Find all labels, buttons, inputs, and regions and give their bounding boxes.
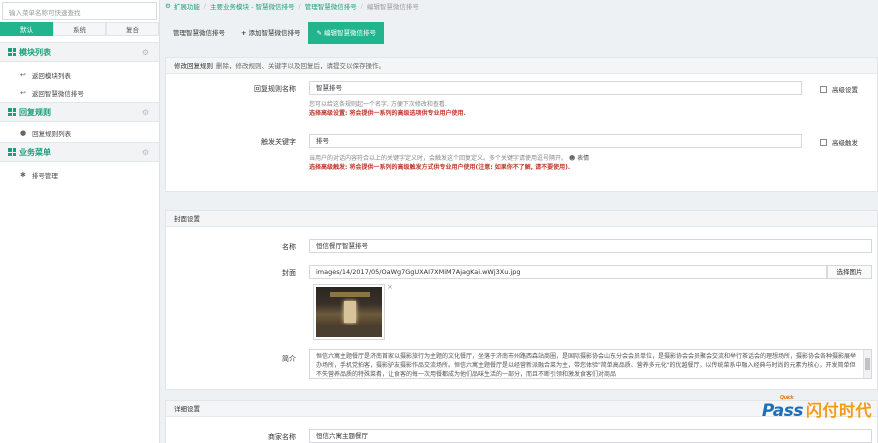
keyword-help-warning: 选择高级触发: 将会提供一系列的高级触发方式供专业用户使用(注意: 如果你不了解… [309, 164, 571, 171]
intro-label: 简介 [282, 355, 296, 363]
tab-label: 添加智慧微信排号 [248, 29, 301, 37]
shop-name-label: 商家名称 [268, 433, 296, 441]
restaurant-door [344, 301, 356, 323]
sidebar-section-modules[interactable]: 模块列表 ⚙ [0, 42, 159, 62]
quickpass-logo: Quick Pass [761, 395, 804, 421]
reply-rule-panel: 修改回复规则 删除，修改规则、关键字以及回复后，请提交以保存操作。 回复规则名称 … [165, 57, 878, 192]
pass-text: Pass [761, 401, 804, 421]
keyword-label: 触发关键字 [261, 138, 296, 146]
advanced-settings-checkbox[interactable]: 高级设置 [820, 84, 858, 94]
grid-icon [8, 48, 16, 56]
rule-name-help: 您可以给这条规则起一个名字, 方便下次修改和查看. [309, 101, 447, 108]
restaurant-sign [330, 292, 370, 297]
panel-title: 修改回复规则 [174, 62, 213, 70]
restaurant-floor [316, 325, 382, 337]
sidebar-item-queue-manage[interactable]: ✱ 排号管理 [0, 166, 159, 184]
breadcrumb-separator: / [298, 2, 301, 10]
sidebar: 输入菜单名称可快速查找 默认 系统 复合 模块列表 ⚙ ↩ 返回模块列表 ↩ 返… [0, 0, 160, 443]
comment-icon: ● [20, 129, 27, 137]
section-title: 模块列表 [19, 47, 51, 57]
grid-icon [8, 148, 16, 156]
sidebar-item-label: 返回模块列表 [31, 72, 71, 80]
sidebar-tab-composite[interactable]: 复合 [106, 22, 159, 36]
quickpass-watermark: Quick Pass 闪付时代 [761, 395, 872, 421]
scrollbar-thumb[interactable] [865, 358, 870, 370]
sidebar-item-reply-rule-list[interactable]: ● 回复规则列表 [0, 124, 159, 142]
checkbox-box[interactable] [820, 85, 827, 93]
breadcrumb-separator: / [203, 2, 207, 10]
panel-header: 封面设置 [166, 211, 877, 227]
sidebar-tab-default[interactable]: 默认 [0, 22, 53, 36]
tab-edit[interactable]: ✎ 编辑智慧微信排号 [308, 22, 384, 44]
rule-name-label: 回复规则名称 [254, 85, 296, 93]
select-image-button[interactable]: 选择图片 [827, 265, 872, 279]
keyword-help-text: 当用户的对话内容符合以上的关键字定义时，会触发这个回复定义。多个关键字请使用逗号… [309, 155, 568, 162]
cover-settings-panel: 封面设置 名称 恒信餐厅智慧排号 封面 images/14/2017/05/Oa… [165, 210, 878, 390]
sidebar-item-label: 回复规则列表 [32, 130, 72, 138]
emoji-icon: ☻ [568, 155, 578, 162]
tab-manage[interactable]: 管理智慧微信排号 [165, 22, 233, 44]
edit-icon: ✎ [316, 29, 324, 37]
reply-arrow-icon: ↩ [20, 89, 26, 97]
breadcrumb-link[interactable]: 扩展功能 [174, 1, 200, 11]
sidebar-tab-system[interactable]: 系统 [53, 22, 106, 36]
gear-icon[interactable]: ⚙ [142, 48, 149, 57]
section-title: 业务菜单 [19, 147, 51, 157]
rule-name-help-warning: 选择高级设置: 将会提供一系列的高级选项供专业用户使用. [309, 110, 466, 117]
breadcrumb-link[interactable]: 管理智慧微信排号 [305, 1, 357, 11]
keyword-help: 当用户的对话内容符合以上的关键字定义时，会触发这个回复定义。多个关键字请使用逗号… [309, 155, 589, 163]
reply-arrow-icon: ↩ [20, 71, 26, 79]
checkbox-box[interactable] [820, 138, 827, 146]
checkbox-label: 高级触发 [832, 139, 858, 147]
sidebar-item-label: 返回智慧微信排号 [31, 90, 84, 98]
shop-name-input[interactable]: 恒信六寓主题餐厅 [309, 429, 872, 443]
cover-image [316, 287, 382, 337]
breadcrumb-separator: / [360, 2, 363, 10]
brand-cn-text: 闪付时代 [805, 401, 872, 420]
intro-textarea[interactable]: 恒信六寓主题餐厅是济南首家以摄影旅行为主题的文化餐厅，坐落于济南市州路西森站商圈… [309, 349, 872, 379]
intro-text: 恒信六寓主题餐厅是济南首家以摄影旅行为主题的文化餐厅，坐落于济南市州路西森站商圈… [316, 353, 857, 378]
tab-add[interactable]: + 添加智慧微信排号 [233, 22, 308, 44]
panel-note: 删除，修改规则、关键字以及回复后，请提交以保存操作。 [216, 62, 385, 70]
breadcrumb-current: 编辑智慧微信排号 [366, 3, 419, 11]
emoji-link[interactable]: ☻ 表情 [569, 155, 589, 162]
sidebar-item-label: 排号管理 [31, 172, 58, 180]
checkbox-label: 高级设置 [832, 86, 858, 94]
cover-path-input[interactable]: images/14/2017/05/OaWg7GgUXAI7XMiM7AjagK… [309, 265, 827, 279]
gear-icon[interactable]: ⚙ [142, 108, 149, 117]
section-title: 回复规则 [19, 107, 51, 117]
advanced-trigger-checkbox[interactable]: 高级触发 [820, 137, 858, 147]
sidebar-item-back-modules[interactable]: ↩ 返回模块列表 [0, 66, 159, 84]
grid-icon [8, 108, 16, 116]
emoji-label: 表情 [577, 155, 590, 162]
gear-icon[interactable]: ⚙ [142, 148, 149, 157]
sidebar-item-back-queue[interactable]: ↩ 返回智慧微信排号 [0, 84, 159, 102]
cover-name-input[interactable]: 恒信餐厅智慧排号 [309, 239, 872, 253]
rule-name-input[interactable]: 智慧排号 [309, 81, 802, 95]
breadcrumb-link[interactable]: 主要业务模块 - 智慧微信排号 [210, 1, 294, 11]
page-tabs: 管理智慧微信排号 + 添加智慧微信排号 ✎ 编辑智慧微信排号 [165, 22, 384, 44]
menu-search-input[interactable]: 输入菜单名称可快速查找 [2, 2, 157, 20]
tab-label: 管理智慧微信排号 [173, 29, 225, 37]
tab-label: 编辑智慧微信排号 [323, 29, 376, 37]
keyword-input[interactable]: 排号 [309, 134, 802, 148]
panel-title: 封面设置 [174, 215, 200, 223]
remove-image-icon[interactable]: × [387, 283, 393, 291]
panel-title: 详细设置 [174, 405, 200, 413]
sidebar-section-reply-rules[interactable]: 回复规则 ⚙ [0, 102, 159, 122]
cover-thumbnail [313, 284, 385, 340]
sidebar-tabs: 默认 系统 复合 [0, 22, 159, 36]
quick-text: Quick [779, 395, 794, 401]
plus-icon: + [241, 29, 247, 37]
panel-header: 修改回复规则 删除，修改规则、关键字以及回复后，请提交以保存操作。 [166, 58, 877, 74]
cover-label: 封面 [282, 269, 296, 277]
cogs-icon: ⚙ [165, 2, 171, 10]
name-label: 名称 [282, 243, 296, 251]
breadcrumb: ⚙ 扩展功能 / 主要业务模块 - 智慧微信排号 / 管理智慧微信排号 / 编辑… [165, 0, 419, 12]
sidebar-section-business-menu[interactable]: 业务菜单 ⚙ [0, 142, 159, 162]
pin-icon: ✱ [20, 171, 26, 179]
textarea-scrollbar[interactable] [863, 350, 871, 378]
